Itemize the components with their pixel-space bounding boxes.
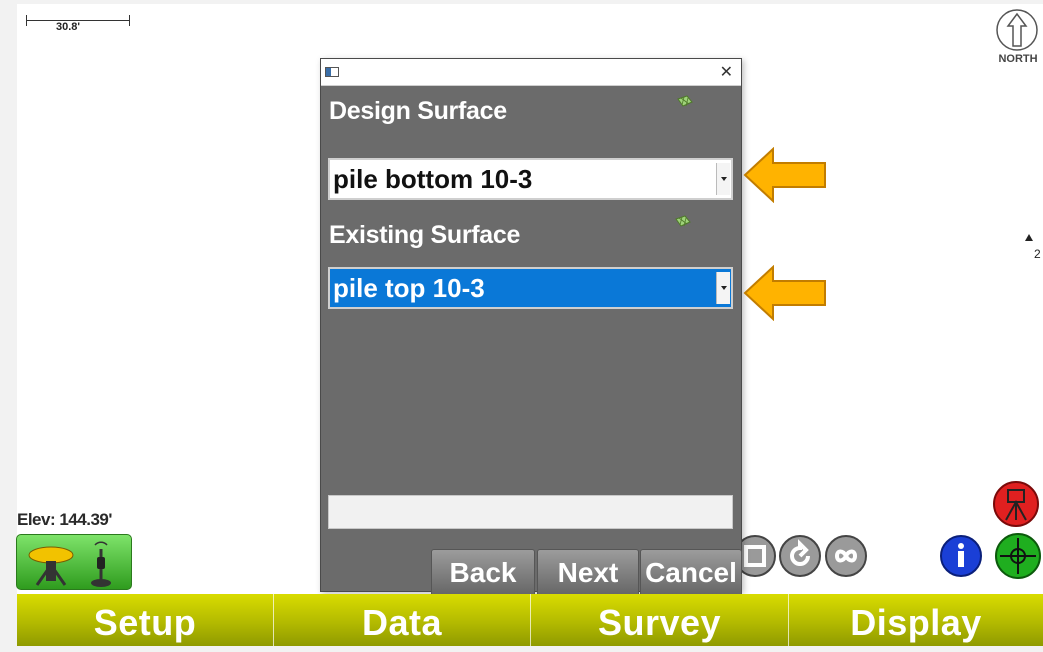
existing-surface-label: Existing Surface (329, 221, 521, 249)
nav-data[interactable]: Data (274, 594, 530, 646)
elevation-readout: Elev: 144.39' (17, 510, 112, 529)
dialog-titlebar: ✕ (321, 59, 741, 86)
nav-display[interactable]: Display (789, 594, 1043, 646)
scale-label: 30.8' (56, 21, 81, 33)
cancel-button[interactable]: Cancel (640, 549, 742, 595)
crosshair-icon[interactable] (994, 532, 1042, 580)
back-button[interactable]: Back (431, 549, 535, 595)
design-surface-select[interactable]: pile bottom 10-3 (328, 158, 733, 200)
surface-icon[interactable] (677, 95, 693, 107)
survey-point-marker[interactable] (1025, 234, 1033, 241)
surface-selection-dialog: ✕ Design Surface pile bottom 10-3 Existi… (320, 58, 742, 595)
window-icon (325, 67, 339, 77)
pointer-arrow-icon (743, 265, 826, 321)
infinity-icon[interactable] (824, 534, 868, 578)
survey-point-label: 2 (1034, 247, 1041, 261)
bottom-nav: Setup Data Survey Display (17, 594, 1043, 646)
north-label: NORTH (998, 53, 1038, 65)
chevron-down-icon[interactable] (716, 272, 730, 304)
existing-surface-value: pile top 10-3 (333, 273, 485, 303)
status-field (328, 495, 733, 529)
info-icon[interactable] (939, 534, 983, 578)
existing-surface-select[interactable]: pile top 10-3 (328, 267, 733, 309)
pointer-arrow-icon (743, 147, 826, 203)
close-icon[interactable]: ✕ (720, 62, 733, 81)
surface-icon[interactable] (675, 215, 691, 227)
design-surface-label: Design Surface (329, 97, 507, 125)
nav-survey[interactable]: Survey (531, 594, 788, 646)
next-button[interactable]: Next (537, 549, 639, 595)
nav-setup[interactable]: Setup (17, 594, 273, 646)
undo-icon[interactable] (778, 534, 822, 578)
gps-receiver-icon (28, 541, 111, 587)
gps-status-button[interactable] (16, 534, 132, 590)
design-surface-value: pile bottom 10-3 (333, 164, 533, 194)
tripod-icon[interactable] (992, 480, 1040, 528)
chevron-down-icon[interactable] (716, 163, 730, 195)
